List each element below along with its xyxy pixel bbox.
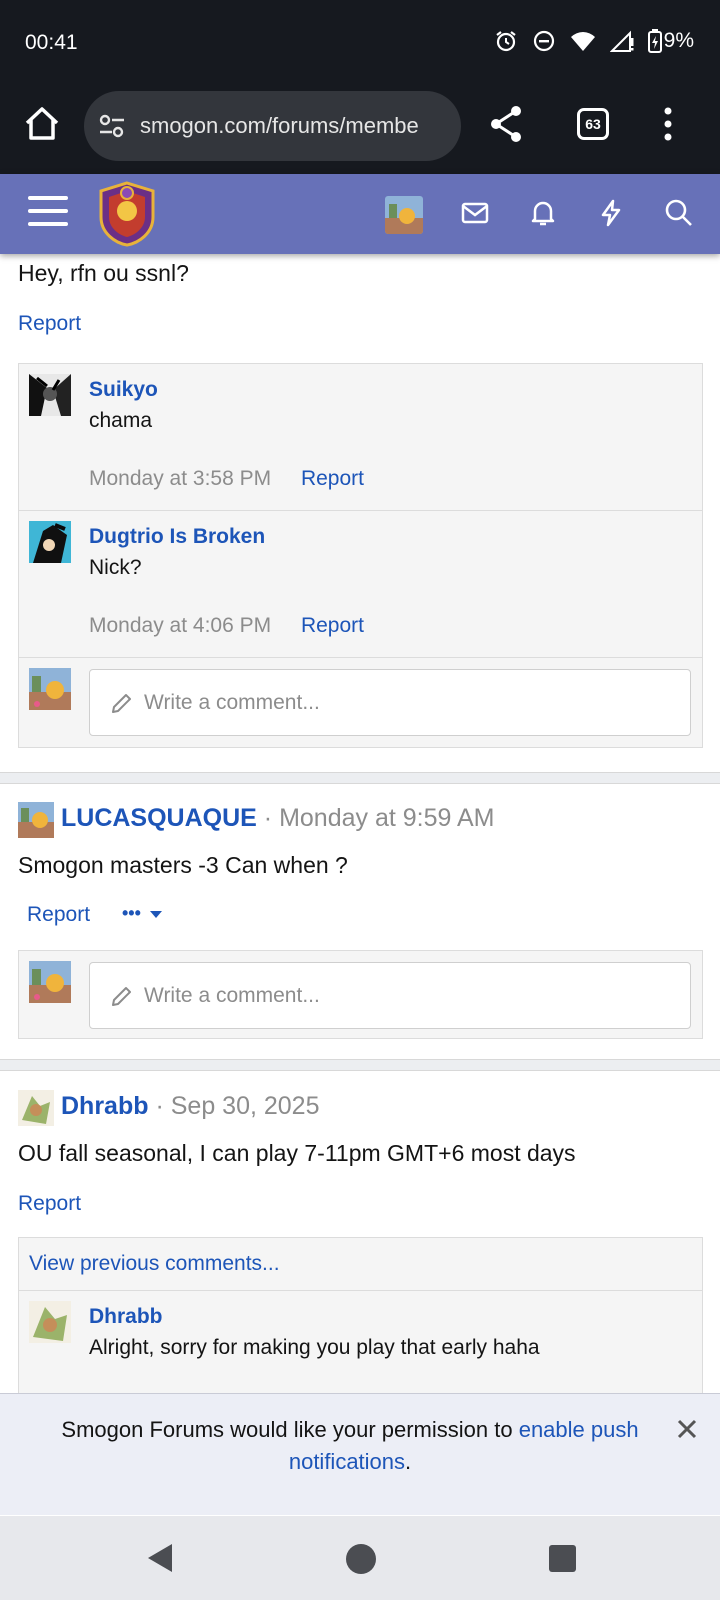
close-icon[interactable] [676,1418,698,1440]
bell-icon[interactable] [528,198,558,228]
comment-author[interactable]: Suikyo [89,378,158,402]
signal-icon [609,30,634,52]
push-banner-text: Smogon Forums would like your permission… [61,1417,519,1442]
comment-input[interactable]: Write a comment... [89,962,691,1029]
comment-item: Dhrabb Alright, sorry for making you pla… [19,1291,702,1397]
comment-list: Write a comment... [18,950,703,1039]
system-navigation-bar [0,1516,720,1600]
more-options-button[interactable]: ••• [122,903,163,924]
avatar [29,961,71,1003]
report-link[interactable]: Report [27,903,90,927]
menu-icon[interactable] [28,196,68,232]
comment-text: Alright, sorry for making you play that … [89,1336,540,1359]
post-time[interactable]: Monday at 9:59 AM [279,804,494,832]
post-text: Smogon masters -3 Can when ? [18,852,348,878]
push-notification-banner: Smogon Forums would like your permission… [0,1393,720,1515]
alarm-icon [495,31,516,52]
bolt-icon[interactable] [596,198,626,228]
battery-icon [647,29,662,53]
site-header [0,174,720,254]
share-icon[interactable] [488,104,524,144]
post-text: Hey, rfn ou ssnl? [18,260,189,286]
avatar [29,668,71,710]
do-not-disturb-icon [533,30,554,52]
comment-list: View previous comments... Dhrabb Alright… [18,1237,703,1397]
comment-composer: Write a comment... [19,658,702,747]
pencil-icon [112,693,131,713]
comment-time[interactable]: Monday at 4:06 PM [89,614,271,637]
inbox-icon[interactable] [460,198,490,228]
comment-item: Dugtrio Is Broken Nick? Monday at 4:06 P… [19,511,702,658]
home-icon[interactable] [22,104,62,144]
url-text: smogon.com/forums/membe [140,113,419,138]
avatar[interactable] [18,1090,54,1126]
post-author[interactable]: Dhrabb [61,1092,149,1120]
post-text: OU fall seasonal, I can play 7-11pm GMT+… [18,1140,576,1166]
recents-button[interactable] [549,1545,576,1572]
comment-item: Suikyo chama Monday at 3:58 PM Report [19,364,702,511]
site-settings-icon[interactable] [98,112,126,140]
view-previous-comments-link[interactable]: View previous comments... [29,1252,280,1276]
comment-author[interactable]: Dugtrio Is Broken [89,525,265,549]
chevron-down-icon [149,910,162,918]
avatar[interactable] [29,1301,71,1343]
user-avatar[interactable] [385,196,423,234]
comment-text: chama [89,409,153,432]
comment-input[interactable]: Write a comment... [89,669,691,736]
pencil-icon [112,986,131,1006]
more-vert-icon[interactable] [662,106,674,142]
status-bar: 00:41 9% [0,0,720,86]
post-time[interactable]: Sep 30, 2025 [171,1092,320,1120]
comment-composer: Write a comment... [19,951,702,1040]
report-link[interactable]: Report [18,312,81,336]
report-link[interactable]: Report [301,614,364,637]
smogon-logo[interactable] [97,181,157,247]
avatar[interactable] [29,374,71,416]
wifi-icon [570,32,595,51]
battery-level: 9% [663,29,694,52]
home-button[interactable] [346,1544,376,1574]
report-link[interactable]: Report [301,467,364,490]
post-separator [0,1059,720,1071]
post-separator-dot: · [155,1092,164,1120]
post-separator [0,772,720,784]
comment-author[interactable]: Dhrabb [89,1305,163,1329]
comment-time[interactable]: Monday at 3:58 PM [89,467,271,490]
report-link[interactable]: Report [18,1192,81,1216]
status-time: 00:41 [25,31,78,54]
address-bar[interactable]: smogon.com/forums/membe [84,91,461,161]
tab-switcher-button[interactable]: 63 [577,108,609,140]
browser-toolbar: smogon.com/forums/membe 63 [0,86,720,174]
comment-text: Nick? [89,556,142,579]
avatar[interactable] [29,521,71,563]
comment-list: Suikyo chama Monday at 3:58 PM Report Du… [18,363,703,748]
avatar[interactable] [18,802,54,838]
back-icon[interactable] [146,1542,174,1574]
post-author[interactable]: LUCASQUAQUE [61,804,257,832]
search-icon[interactable] [664,198,694,228]
post-separator-dot: · [263,804,273,832]
